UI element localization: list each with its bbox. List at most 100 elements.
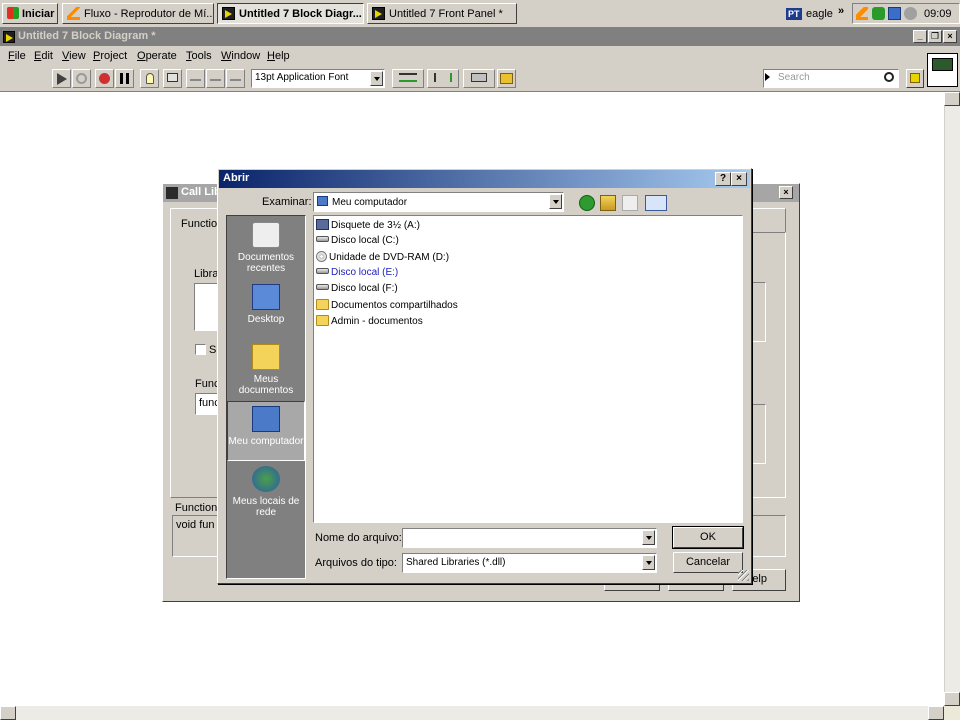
font-select[interactable]: 13pt Application Font (251, 69, 385, 88)
minimize-button[interactable]: _ (913, 30, 927, 43)
taskbar-button-vlc[interactable]: Fluxo - Reprodutor de Mí... (62, 3, 214, 24)
floppy-drive-icon (316, 219, 329, 230)
vertical-scrollbar[interactable] (944, 92, 960, 706)
task-label: Fluxo - Reprodutor de Mí... (84, 8, 214, 20)
task-label: Untitled 7 Front Panel * (389, 8, 503, 20)
window-title-bar: Untitled 7 Block Diagram * (0, 28, 960, 46)
view-menu-icon[interactable] (645, 195, 667, 211)
place-recent-documents[interactable]: Documentos recentes (227, 218, 305, 278)
open-dialog-title-bar: Abrir (219, 170, 750, 188)
place-network[interactable]: Meus locais de rede (227, 462, 305, 522)
language-indicator[interactable]: PT (786, 8, 802, 20)
menu-edit[interactable]: Edit (34, 50, 53, 64)
hard-drive-icon (316, 236, 329, 242)
filename-input[interactable] (402, 528, 657, 548)
back-arrow-icon[interactable] (579, 195, 595, 211)
retain-wire-values-icon[interactable] (163, 69, 182, 88)
my-computer-icon (252, 406, 280, 432)
step-over-icon[interactable] (206, 69, 225, 88)
context-help-button[interactable] (906, 69, 924, 88)
start-button[interactable]: Iniciar (2, 3, 58, 24)
vi-icon[interactable] (927, 53, 958, 87)
close-button[interactable]: × (943, 30, 957, 43)
list-item[interactable]: Disco local (E:) (316, 267, 398, 282)
filetype-label: Arquivos do tipo: (315, 557, 397, 569)
specify-path-checkbox[interactable] (195, 344, 206, 355)
look-in-select[interactable]: Meu computador (313, 192, 564, 212)
new-folder-icon[interactable] (622, 195, 638, 211)
menu-tools[interactable]: Tools (186, 50, 212, 64)
run-continuously-button[interactable] (72, 69, 91, 88)
windows-logo-icon (7, 7, 19, 19)
ok-button[interactable]: OK (672, 526, 744, 549)
restore-button[interactable]: ❐ (928, 30, 942, 43)
clean-up-diagram-icon[interactable] (497, 69, 516, 88)
menu-project[interactable]: Project (93, 50, 127, 64)
place-my-computer[interactable]: Meu computador (227, 401, 305, 461)
hard-drive-icon (316, 268, 329, 274)
task-label: Untitled 7 Block Diagr... (239, 8, 362, 20)
labview-icon (3, 31, 15, 43)
folder-icon (316, 299, 329, 310)
clf-close-button[interactable]: × (779, 186, 793, 199)
menu-file[interactable]: File (8, 50, 26, 64)
list-item[interactable]: Disquete de 3½ (A:) (316, 219, 420, 234)
vlc-cone-icon (67, 7, 80, 20)
resize-grip-icon[interactable] (738, 570, 749, 581)
dialog-close-button[interactable]: × (731, 172, 747, 186)
scroll-down-button[interactable] (944, 692, 960, 706)
scroll-up-button[interactable] (944, 92, 960, 106)
network-places-icon (252, 466, 280, 492)
network-tray-icon[interactable] (888, 7, 901, 20)
tray-app-icon[interactable] (872, 7, 885, 20)
volume-tray-icon[interactable] (904, 7, 917, 20)
menu-help[interactable]: Help (267, 50, 290, 64)
menu-window[interactable]: Window (221, 50, 260, 64)
labview-icon (222, 7, 235, 20)
vlc-tray-icon[interactable] (856, 7, 868, 20)
chevron-down-icon (642, 555, 655, 570)
labview-icon (166, 187, 178, 199)
step-into-icon[interactable] (186, 69, 205, 88)
search-icon (884, 72, 894, 82)
scroll-right-button[interactable] (928, 706, 944, 720)
align-objects-button[interactable] (392, 69, 424, 88)
reorder-button[interactable] (463, 69, 495, 88)
function-name-label: Func (195, 378, 220, 390)
filetype-select[interactable]: Shared Libraries (*.dll) (402, 553, 657, 573)
place-desktop[interactable]: Desktop (227, 280, 305, 340)
scroll-left-button[interactable] (0, 706, 16, 720)
up-folder-icon[interactable] (600, 195, 616, 211)
dialog-help-button[interactable]: ? (715, 172, 731, 186)
taskbar-button-front-panel[interactable]: Untitled 7 Front Panel * (367, 3, 517, 24)
my-documents-icon (252, 344, 280, 370)
list-item[interactable]: Admin - documentos (316, 315, 423, 330)
highlight-execution-icon[interactable] (140, 69, 159, 88)
horizontal-scrollbar[interactable] (0, 706, 944, 720)
taskbar-button-block-diagram[interactable]: Untitled 7 Block Diagr... (217, 3, 364, 24)
function-prototype-label: Function (175, 502, 218, 514)
start-label: Iniciar (22, 8, 55, 20)
cancel-button[interactable]: Cancelar (673, 552, 743, 573)
pause-button[interactable] (115, 69, 134, 88)
dvd-drive-icon (316, 251, 327, 262)
place-my-documents[interactable]: Meus documentos (227, 340, 305, 400)
run-button[interactable] (52, 69, 71, 88)
look-in-label: Examinar: (262, 196, 312, 208)
desktop-icon (252, 284, 280, 310)
list-item[interactable]: Disco local (C:) (316, 235, 399, 250)
toolbar-expand-chevron[interactable]: » (838, 5, 844, 17)
chevron-down-icon (549, 194, 562, 209)
menu-operate[interactable]: Operate (137, 50, 177, 64)
search-expand-icon[interactable] (765, 73, 770, 81)
search-input[interactable]: Search (763, 69, 899, 88)
list-item[interactable]: Disco local (F:) (316, 283, 398, 298)
abort-button[interactable] (95, 69, 114, 88)
toolbar-user-label: eagle (806, 8, 833, 20)
list-item[interactable]: Documentos compartilhados (316, 299, 458, 314)
list-item[interactable]: Unidade de DVD-RAM (D:) (316, 251, 449, 266)
window-title: Untitled 7 Block Diagram * (18, 30, 156, 42)
step-out-icon[interactable] (226, 69, 245, 88)
distribute-objects-button[interactable] (427, 69, 459, 88)
menu-view[interactable]: View (62, 50, 86, 64)
